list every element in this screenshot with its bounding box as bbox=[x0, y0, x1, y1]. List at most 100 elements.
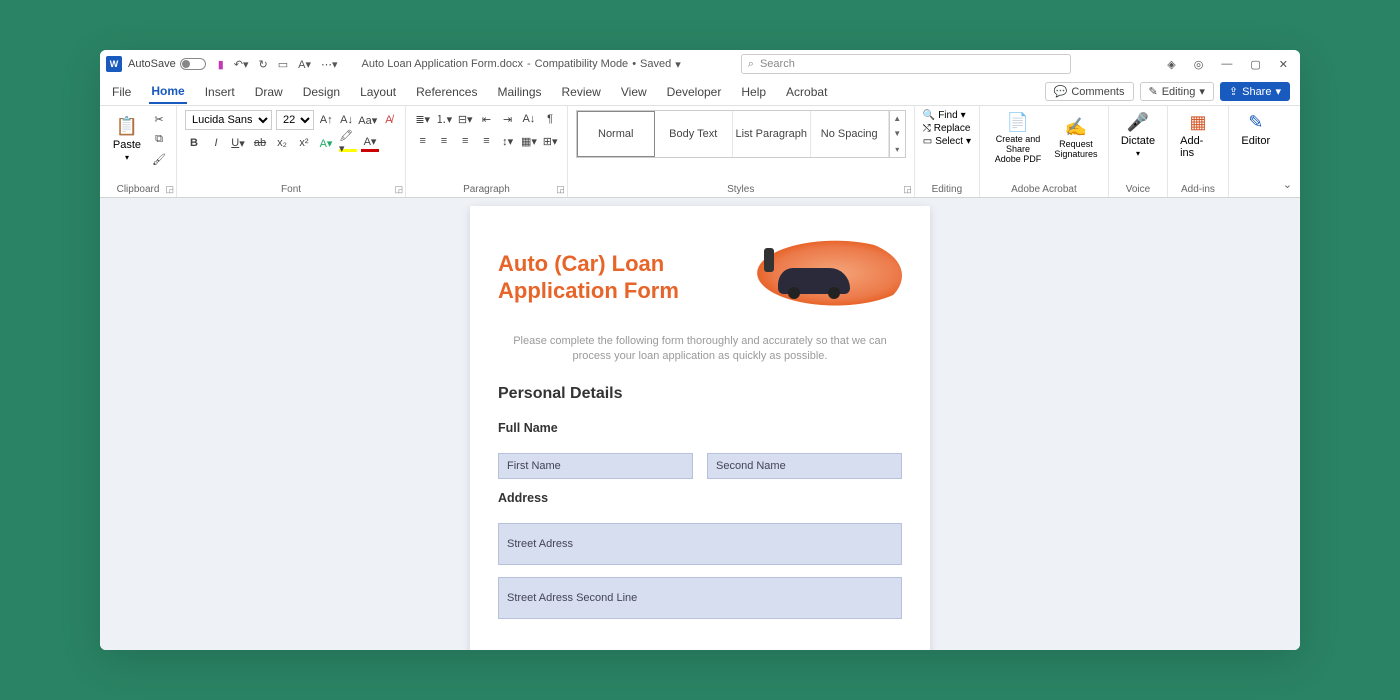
numbering-icon[interactable]: ⒈▾ bbox=[435, 110, 452, 128]
underline-icon[interactable]: U▾ bbox=[229, 134, 247, 152]
group-adobe: 📄 Create and Share Adobe PDF ✍ Request S… bbox=[980, 106, 1109, 197]
font-family-select[interactable]: Lucida Sans bbox=[185, 110, 272, 130]
editing-button[interactable]: ✎ Editing ▾ bbox=[1140, 82, 1214, 101]
tab-review[interactable]: Review bbox=[560, 81, 603, 103]
sort-icon[interactable]: A↓ bbox=[520, 110, 537, 128]
gallery-up-icon[interactable]: ▲ bbox=[890, 111, 905, 126]
autosave-toggle[interactable] bbox=[180, 58, 206, 70]
shrink-font-icon[interactable]: A↓ bbox=[338, 111, 354, 129]
italic-icon[interactable]: I bbox=[207, 134, 225, 152]
paragraph-launcher-icon[interactable]: ◲ bbox=[556, 184, 565, 195]
close-icon[interactable]: ✕ bbox=[1279, 58, 1288, 71]
dictate-button[interactable]: 🎤 Dictate▾ bbox=[1117, 110, 1159, 160]
undo-icon[interactable]: ↶▾ bbox=[232, 56, 251, 73]
font-launcher-icon[interactable]: ◲ bbox=[395, 184, 404, 195]
save-status: Saved bbox=[640, 58, 671, 70]
tab-mailings[interactable]: Mailings bbox=[495, 81, 543, 103]
shading-icon[interactable]: ▦▾ bbox=[520, 132, 537, 150]
gallery-down-icon[interactable]: ▼ bbox=[890, 126, 905, 141]
font-size-select[interactable]: 22.5 bbox=[276, 110, 314, 130]
tab-acrobat[interactable]: Acrobat bbox=[784, 81, 829, 103]
doc-title-line1: Auto (Car) Loan bbox=[498, 250, 679, 278]
bold-icon[interactable]: B bbox=[185, 134, 203, 152]
group-clipboard: 📋 Paste▾ ✂ ⧉ 🖌 Clipboard ◲ bbox=[100, 106, 177, 197]
strike-icon[interactable]: ab bbox=[251, 134, 269, 152]
chevron-down-icon[interactable]: ▾ bbox=[675, 58, 681, 71]
dec-indent-icon[interactable]: ⇤ bbox=[478, 110, 495, 128]
subscript-icon[interactable]: x₂ bbox=[273, 134, 291, 152]
tab-references[interactable]: References bbox=[414, 81, 479, 103]
paste-button[interactable]: 📋 Paste▾ bbox=[108, 114, 146, 164]
collapse-ribbon-icon[interactable]: ⌄ bbox=[1283, 106, 1300, 197]
pending-icon[interactable]: ◎ bbox=[1194, 58, 1204, 71]
styles-launcher-icon[interactable]: ◲ bbox=[903, 184, 912, 195]
tab-draw[interactable]: Draw bbox=[253, 81, 285, 103]
input-first-name[interactable]: First Name bbox=[498, 453, 693, 479]
tab-insert[interactable]: Insert bbox=[203, 81, 237, 103]
addins-button[interactable]: ▦ Add-ins bbox=[1176, 110, 1220, 161]
clipboard-launcher-icon[interactable]: ◲ bbox=[165, 184, 174, 195]
group-addins: ▦ Add-ins Add-ins bbox=[1168, 106, 1229, 197]
gallery-more-icon[interactable]: ▾ bbox=[890, 142, 905, 157]
document-canvas[interactable]: Auto (Car) Loan Application Form Please … bbox=[100, 198, 1300, 650]
save-icon[interactable]: ▮ bbox=[216, 56, 226, 73]
maximize-icon[interactable]: ▢ bbox=[1250, 58, 1260, 71]
grow-font-icon[interactable]: A↑ bbox=[318, 111, 334, 129]
editor-button[interactable]: ✎ Editor bbox=[1237, 110, 1275, 149]
tab-file[interactable]: File bbox=[110, 81, 133, 103]
line-spacing-icon[interactable]: ↕▾ bbox=[499, 132, 516, 150]
autosave-control[interactable]: AutoSave bbox=[128, 58, 206, 70]
style-body-text[interactable]: Body Text bbox=[655, 111, 733, 157]
text-effects-icon[interactable]: A▾ bbox=[317, 134, 335, 152]
tab-design[interactable]: Design bbox=[301, 81, 342, 103]
editor-icon: ✎ bbox=[1248, 112, 1263, 133]
inc-indent-icon[interactable]: ⇥ bbox=[499, 110, 516, 128]
select-button[interactable]: ▭ Select ▾ bbox=[923, 136, 971, 147]
tab-help[interactable]: Help bbox=[739, 81, 768, 103]
justify-icon[interactable]: ≡ bbox=[478, 132, 495, 150]
align-left-icon[interactable]: ≡ bbox=[414, 132, 431, 150]
superscript-icon[interactable]: x² bbox=[295, 134, 313, 152]
style-normal[interactable]: Normal bbox=[577, 111, 655, 157]
qat-box-icon[interactable]: ▭ bbox=[276, 56, 290, 73]
replace-button[interactable]: ⤭ Replace bbox=[923, 123, 971, 134]
diamond-icon[interactable]: ◈ bbox=[1167, 58, 1175, 71]
request-signatures-button[interactable]: ✍ Request Signatures bbox=[1052, 115, 1100, 162]
window-controls: ◈ ◎ — ▢ ✕ bbox=[1167, 58, 1294, 71]
multilevel-icon[interactable]: ⊟▾ bbox=[457, 110, 474, 128]
change-case-icon[interactable]: Aa▾ bbox=[359, 111, 377, 129]
input-street[interactable]: Street Adress bbox=[498, 523, 902, 565]
show-marks-icon[interactable]: ¶ bbox=[542, 110, 559, 128]
create-pdf-button[interactable]: 📄 Create and Share Adobe PDF bbox=[988, 110, 1048, 167]
highlight-icon[interactable]: 🖍▾ bbox=[339, 134, 357, 152]
style-no-spacing[interactable]: No Spacing bbox=[811, 111, 889, 157]
align-right-icon[interactable]: ≡ bbox=[457, 132, 474, 150]
tab-home[interactable]: Home bbox=[149, 80, 186, 104]
tab-developer[interactable]: Developer bbox=[665, 81, 724, 103]
input-street2[interactable]: Street Adress Second Line bbox=[498, 577, 902, 619]
input-second-name[interactable]: Second Name bbox=[707, 453, 902, 479]
style-list-paragraph[interactable]: List Paragraph bbox=[733, 111, 811, 157]
clear-format-icon[interactable]: A̸ bbox=[381, 111, 397, 129]
font-color-icon[interactable]: A▾ bbox=[361, 134, 379, 152]
format-painter-icon[interactable]: 🖌 bbox=[150, 150, 168, 168]
qat-more-icon[interactable]: ⋯▾ bbox=[319, 56, 340, 73]
tab-layout[interactable]: Layout bbox=[358, 81, 398, 103]
copy-icon[interactable]: ⧉ bbox=[150, 130, 168, 148]
cut-icon[interactable]: ✂ bbox=[150, 110, 168, 128]
page: Auto (Car) Loan Application Form Please … bbox=[470, 206, 930, 650]
borders-icon[interactable]: ⊞▾ bbox=[542, 132, 559, 150]
qat-text-icon[interactable]: A▾ bbox=[296, 56, 313, 73]
tab-view[interactable]: View bbox=[619, 81, 649, 103]
redo-icon[interactable]: ↻ bbox=[257, 56, 270, 73]
find-button[interactable]: 🔍 Find ▾ bbox=[923, 110, 971, 121]
comments-button[interactable]: 💬 Comments bbox=[1045, 82, 1134, 101]
minimize-icon[interactable]: — bbox=[1221, 58, 1232, 71]
align-center-icon[interactable]: ≡ bbox=[435, 132, 452, 150]
filename: Auto Loan Application Form.docx bbox=[362, 58, 523, 70]
intro-text: Please complete the following form thoro… bbox=[498, 334, 902, 365]
share-button[interactable]: ⇪ Share ▾ bbox=[1220, 82, 1290, 101]
group-voice: 🎤 Dictate▾ Voice bbox=[1109, 106, 1168, 197]
bullets-icon[interactable]: ≣▾ bbox=[414, 110, 431, 128]
search-box[interactable]: ⌕ Search bbox=[741, 54, 1071, 74]
